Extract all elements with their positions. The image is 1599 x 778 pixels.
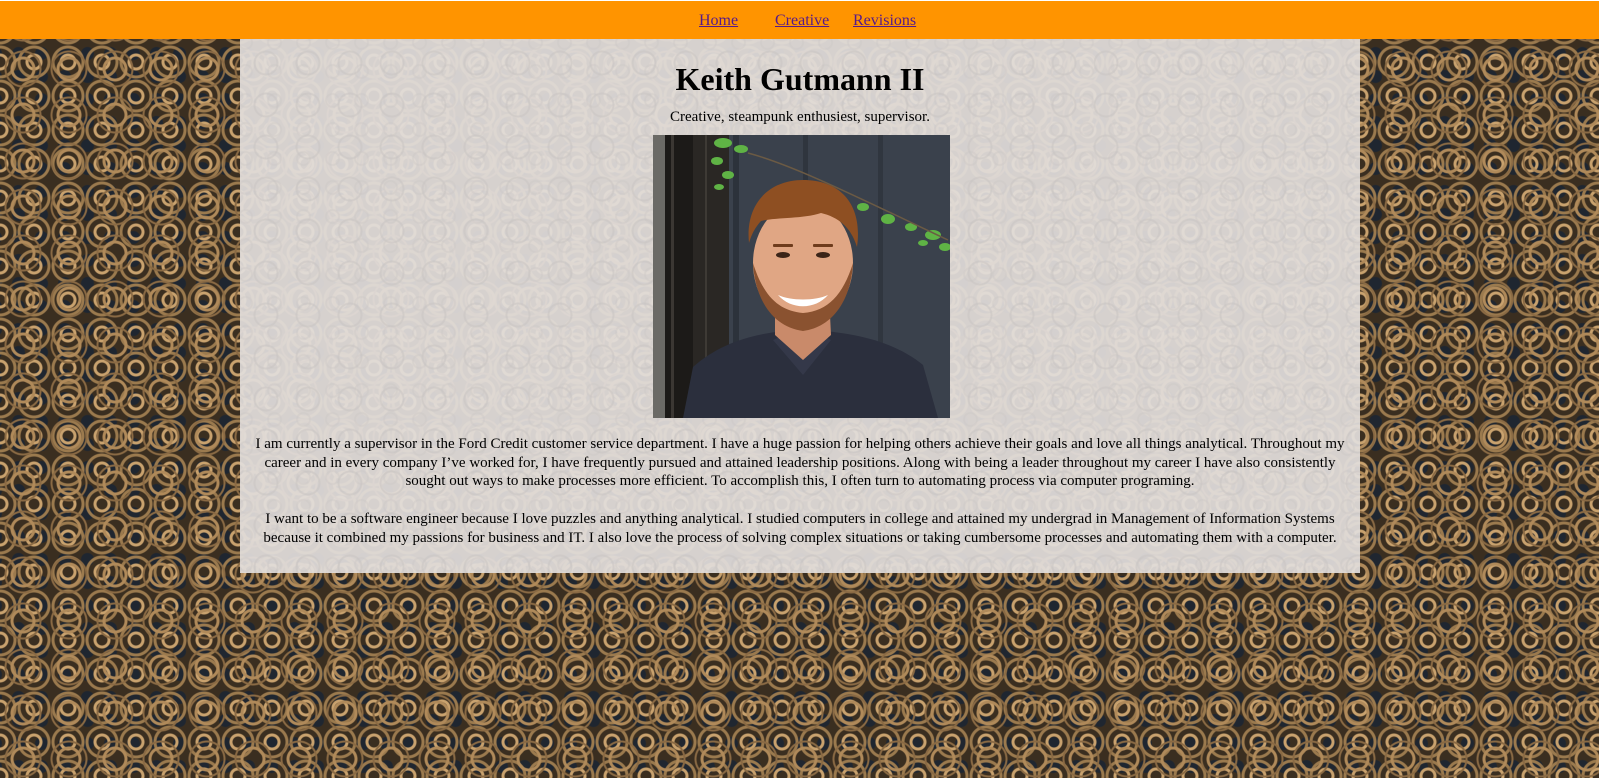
top-nav-bar: Home Creative Revisions [0,0,1599,39]
bio-paragraph-1: I am currently a supervisor in the Ford … [255,436,1345,489]
page-title: Keith Gutmann II [675,61,925,97]
nav-link-home[interactable]: Home [699,12,738,30]
nav-link-revisions[interactable]: Revisions [853,12,916,30]
nav-link-creative[interactable]: Creative [775,12,829,30]
page-body: { "nav": { "home": "Home", "creative": "… [0,0,1599,778]
profile-photo-illustration [653,135,950,418]
profile-photo [653,135,950,418]
profile-panel: Keith Gutmann II Creative, steampunk ent… [240,39,1360,573]
bio-paragraph-2: I want to be a software engineer because… [263,511,1337,546]
tagline: Creative, steampunk enthusiest, supervis… [670,109,930,125]
